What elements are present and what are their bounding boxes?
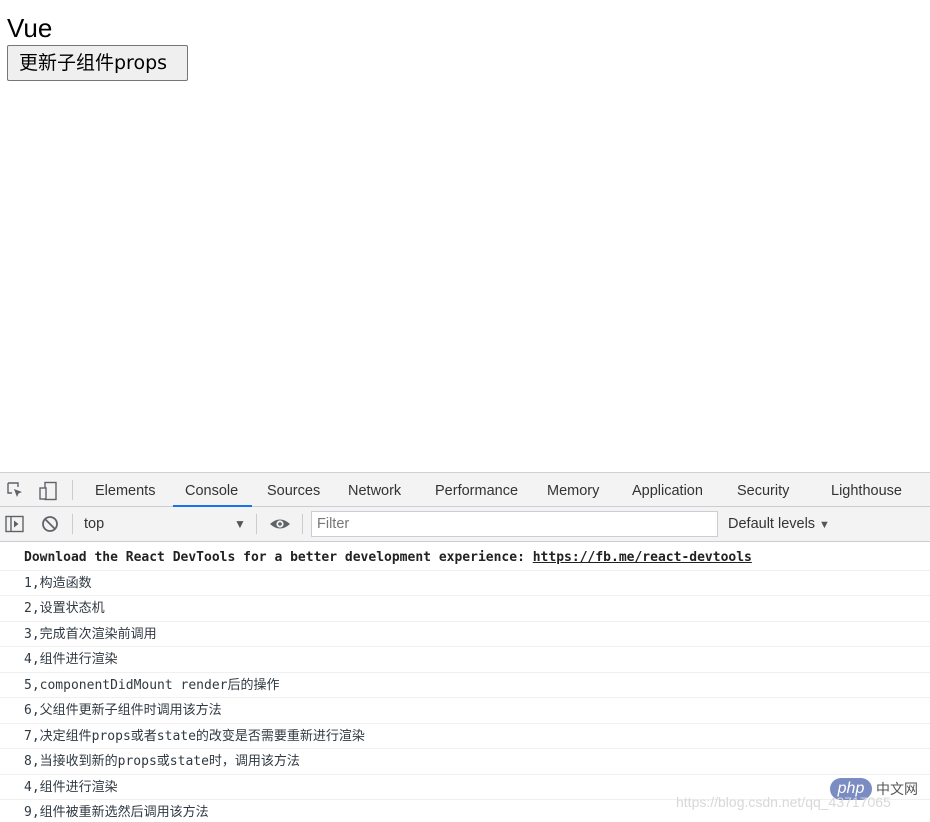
live-expression-eye-icon[interactable] [269,515,291,533]
console-message: 5,componentDidMount render后的操作 [0,673,930,698]
toolbar-divider [256,514,257,534]
console-message-devtools: Download the React DevTools for a better… [0,545,930,571]
tab-memory[interactable]: Memory [547,473,599,506]
inspect-element-icon[interactable] [6,481,24,499]
tab-security[interactable]: Security [737,473,789,506]
devtools-message-text: Download the React DevTools for a better… [24,550,533,565]
console-filter-input[interactable] [311,511,718,537]
clear-console-icon[interactable] [41,515,59,533]
console-message: 8,当接收到新的props或state时，调用该方法 [0,749,930,775]
app-title: Vue [7,13,53,43]
tab-network[interactable]: Network [348,473,401,506]
toolbar-divider [72,514,73,534]
devtools-tabbar: Elements Console Sources Network Perform… [0,473,930,507]
app-viewport: Vue 更新子组件props [0,0,930,472]
show-sidebar-icon[interactable] [5,515,24,533]
device-toolbar-icon[interactable] [38,481,57,501]
toolbar-divider [302,514,303,534]
react-devtools-link[interactable]: https://fb.me/react-devtools [533,550,752,565]
log-levels-label: Default levels [728,516,816,532]
tab-performance[interactable]: Performance [435,473,518,506]
log-levels-dropdown[interactable]: Default levels ▼ [728,507,830,542]
tabbar-divider [72,480,73,500]
csdn-watermark: https://blog.csdn.net/qq_43717065 [676,794,891,810]
console-message: 2,设置状态机 [0,596,930,622]
console-message: 7,决定组件props或者state的改变是否需要重新进行渲染 [0,724,930,749]
console-message: 4,组件进行渲染 [0,647,930,673]
devtools-panel: Elements Console Sources Network Perform… [0,472,930,822]
console-toolbar: top ▼ Default levels▼ [0,507,930,542]
chevron-down-icon: ▼ [819,519,830,531]
console-message: 3,完成首次渲染前调用 [0,622,930,647]
tab-sources[interactable]: Sources [267,473,320,506]
context-dropdown-arrow-icon[interactable]: ▼ [234,507,246,541]
tab-elements[interactable]: Elements [95,473,155,506]
execution-context-select[interactable]: top [84,507,250,541]
tab-console[interactable]: Console [172,473,253,507]
console-output: Download the React DevTools for a better… [0,545,930,822]
update-child-props-button[interactable]: 更新子组件props [7,45,188,81]
console-message: 6,父组件更新子组件时调用该方法 [0,698,930,724]
console-message: 1,构造函数 [0,571,930,596]
page: Vue 更新子组件props Elements Console Sources … [0,0,930,822]
tab-lighthouse[interactable]: Lighthouse [831,473,902,506]
tab-application[interactable]: Application [632,473,703,506]
